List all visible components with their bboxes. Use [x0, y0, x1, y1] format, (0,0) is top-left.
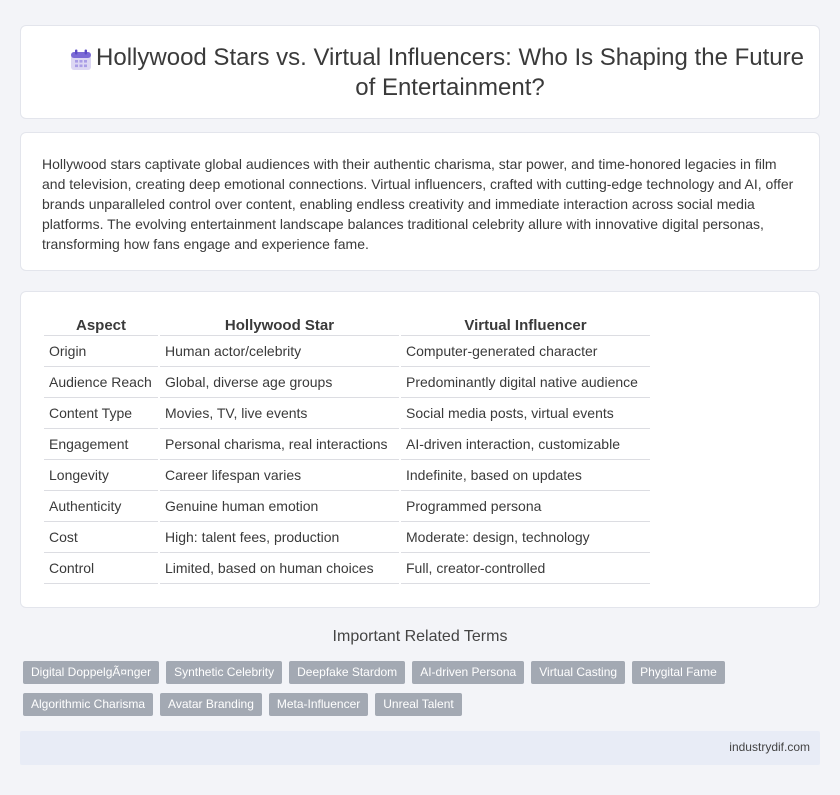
- header-hollywood-star: Hollywood Star: [160, 316, 399, 336]
- cell-hollywood: Movies, TV, live events: [160, 398, 399, 429]
- table-header-row: Aspect Hollywood Star Virtual Influencer: [44, 316, 650, 336]
- cell-hollywood: Personal charisma, real interactions: [160, 429, 399, 460]
- cell-hollywood: Global, diverse age groups: [160, 367, 399, 398]
- cell-virtual: Predominantly digital native audience: [401, 367, 650, 398]
- cell-aspect: Audience Reach: [44, 367, 158, 398]
- cell-hollywood: Human actor/celebrity: [160, 336, 399, 367]
- page-title: Hollywood Stars vs. Virtual Influencers:…: [96, 44, 804, 101]
- cell-hollywood: Career lifespan varies: [160, 460, 399, 491]
- cell-aspect: Content Type: [44, 398, 158, 429]
- table-row: Longevity Career lifespan varies Indefin…: [44, 460, 650, 491]
- cell-aspect: Control: [44, 553, 158, 584]
- term-tag[interactable]: AI-driven Persona: [412, 661, 525, 684]
- table-row: Engagement Personal charisma, real inter…: [44, 429, 650, 460]
- term-tag[interactable]: Avatar Branding: [160, 693, 262, 716]
- table-row: Content Type Movies, TV, live events Soc…: [44, 398, 650, 429]
- table-row: Authenticity Genuine human emotion Progr…: [44, 491, 650, 522]
- table-row: Origin Human actor/celebrity Computer-ge…: [44, 336, 650, 367]
- comparison-card: Aspect Hollywood Star Virtual Influencer…: [20, 291, 820, 608]
- cell-aspect: Engagement: [44, 429, 158, 460]
- footer: industrydif.com: [20, 731, 820, 765]
- related-terms-title: Important Related Terms: [332, 628, 508, 645]
- intro-paragraph: Hollywood stars captivate global audienc…: [42, 156, 794, 252]
- term-tag[interactable]: Algorithmic Charisma: [23, 693, 154, 716]
- calendar-icon: [71, 49, 91, 70]
- term-tag[interactable]: Synthetic Celebrity: [166, 661, 283, 684]
- title-card: Hollywood Stars vs. Virtual Influencers:…: [20, 25, 820, 119]
- term-tag[interactable]: Phygital Fame: [632, 661, 725, 684]
- cell-aspect: Cost: [44, 522, 158, 553]
- cell-virtual: Full, creator-controlled: [401, 553, 650, 584]
- table-row: Control Limited, based on human choices …: [44, 553, 650, 584]
- related-terms-list: Digital DoppelgÃ¤nger Synthetic Celebrit…: [23, 661, 743, 716]
- cell-virtual: Computer-generated character: [401, 336, 650, 367]
- cell-virtual: Social media posts, virtual events: [401, 398, 650, 429]
- term-tag[interactable]: Digital DoppelgÃ¤nger: [23, 661, 160, 684]
- term-tag[interactable]: Meta-Influencer: [268, 693, 369, 716]
- comparison-table: Aspect Hollywood Star Virtual Influencer…: [42, 316, 652, 584]
- table-row: Audience Reach Global, diverse age group…: [44, 367, 650, 398]
- header-virtual-influencer: Virtual Influencer: [401, 316, 650, 336]
- header-aspect: Aspect: [44, 316, 158, 336]
- intro-card: Hollywood stars captivate global audienc…: [20, 132, 820, 271]
- cell-virtual: Indefinite, based on updates: [401, 460, 650, 491]
- table-row: Cost High: talent fees, production Moder…: [44, 522, 650, 553]
- cell-hollywood: High: talent fees, production: [160, 522, 399, 553]
- cell-hollywood: Limited, based on human choices: [160, 553, 399, 584]
- cell-virtual: Programmed persona: [401, 491, 650, 522]
- footer-site-link[interactable]: industrydif.com: [729, 740, 810, 754]
- cell-aspect: Origin: [44, 336, 158, 367]
- cell-hollywood: Genuine human emotion: [160, 491, 399, 522]
- cell-aspect: Authenticity: [44, 491, 158, 522]
- term-tag[interactable]: Deepfake Stardom: [289, 661, 406, 684]
- cell-aspect: Longevity: [44, 460, 158, 491]
- term-tag[interactable]: Virtual Casting: [531, 661, 626, 684]
- cell-virtual: AI-driven interaction, customizable: [401, 429, 650, 460]
- cell-virtual: Moderate: design, technology: [401, 522, 650, 553]
- term-tag[interactable]: Unreal Talent: [375, 693, 462, 716]
